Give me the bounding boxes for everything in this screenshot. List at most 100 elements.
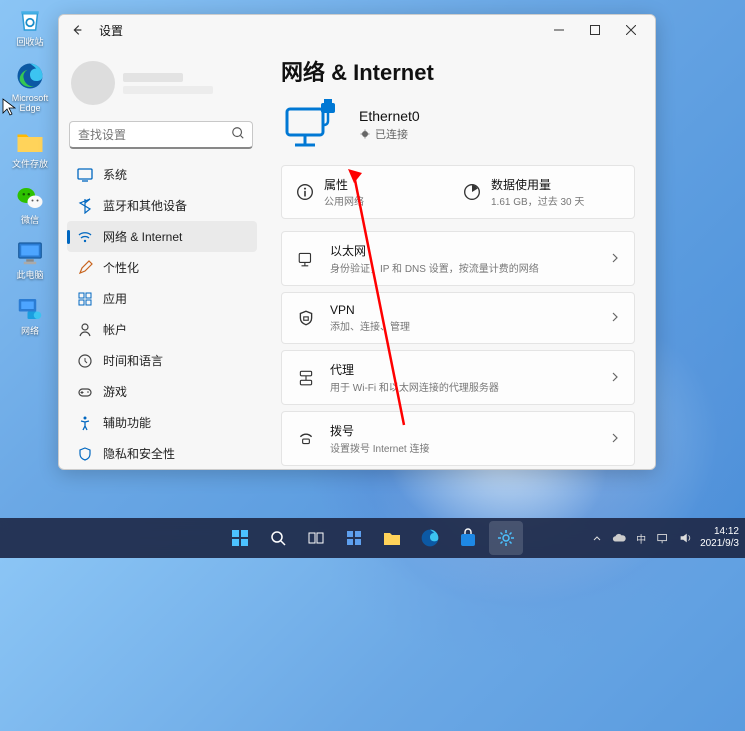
game-icon <box>77 384 93 400</box>
taskbar-explorer[interactable] <box>375 521 409 555</box>
proxy-icon <box>296 368 316 388</box>
properties-title: 属性 <box>324 176 364 193</box>
chevron-right-icon <box>610 369 620 387</box>
sidebar-item-gaming[interactable]: 游戏 <box>67 376 257 407</box>
sidebar-item-label: 帐户 <box>103 321 127 338</box>
sidebar-item-label: 应用 <box>103 290 127 307</box>
data-usage-sub: 1.61 GB，过去 30 天 <box>491 193 584 208</box>
edge-icon <box>14 60 46 92</box>
sidebar-item-time-language[interactable]: 时间和语言 <box>67 345 257 376</box>
chevron-right-icon <box>610 250 620 268</box>
shield-icon <box>77 446 93 462</box>
connection-name: Ethernet0 <box>359 108 420 124</box>
minimize-button[interactable] <box>541 16 577 44</box>
data-usage-icon <box>463 183 481 201</box>
card-sub: 用于 Wi-Fi 和以太网连接的代理服务器 <box>330 379 610 394</box>
card-title: 以太网 <box>330 242 610 259</box>
search-input[interactable] <box>69 121 253 149</box>
card-title: VPN <box>330 303 610 317</box>
chevron-right-icon <box>610 309 620 327</box>
recycle-bin-icon <box>14 4 46 36</box>
back-button[interactable] <box>65 18 89 42</box>
desktop-icon-label: 网络 <box>21 327 39 337</box>
ethernet-hero-icon <box>281 99 341 151</box>
info-row: 属性公用网络 数据使用量1.61 GB，过去 30 天 <box>281 165 635 219</box>
desktop-icon-recycle-bin[interactable]: 回收站 <box>6 4 54 48</box>
sidebar-item-label: 辅助功能 <box>103 414 151 431</box>
card-title: 代理 <box>330 361 610 378</box>
sidebar-item-label: 游戏 <box>103 383 127 400</box>
card-sub: 添加、连接、管理 <box>330 318 610 333</box>
sidebar-item-accessibility[interactable]: 辅助功能 <box>67 407 257 438</box>
network-icon <box>14 293 46 325</box>
sidebar-item-label: 蓝牙和其他设备 <box>103 197 187 214</box>
data-usage-title: 数据使用量 <box>491 176 584 193</box>
sidebar-item-personalization[interactable]: 个性化 <box>67 252 257 283</box>
desktop-icon-this-pc[interactable]: 此电脑 <box>6 237 54 281</box>
taskbar-clock[interactable]: 14:12 2021/9/3 <box>700 526 739 550</box>
desktop-icon-label: Microsoft Edge <box>6 94 54 114</box>
search-button[interactable] <box>261 521 295 555</box>
data-usage-button[interactable]: 数据使用量1.61 GB，过去 30 天 <box>463 176 620 208</box>
desktop-icon-label: 微信 <box>21 216 39 226</box>
this-pc-icon <box>14 237 46 269</box>
connection-status: 已连接 <box>359 126 420 142</box>
accessibility-icon <box>77 415 93 431</box>
desktop-icons: 回收站 Microsoft Edge 文件存放 微信 此电脑 网络 <box>6 4 54 337</box>
sidebar-item-label: 隐私和安全性 <box>103 445 175 462</box>
card-sub: 设置拨号 Internet 连接 <box>330 440 610 455</box>
sidebar-item-bluetooth[interactable]: 蓝牙和其他设备 <box>67 190 257 221</box>
sidebar-item-privacy[interactable]: 隐私和安全性 <box>67 438 257 463</box>
connected-icon <box>359 128 371 140</box>
brush-icon <box>77 260 93 276</box>
sidebar-item-label: 网络 & Internet <box>103 228 182 245</box>
taskbar: 中 14:12 2021/9/3 <box>0 518 745 558</box>
taskbar-settings[interactable] <box>489 521 523 555</box>
desktop-icon-network[interactable]: 网络 <box>6 293 54 337</box>
taskbar-date: 2021/9/3 <box>700 538 739 550</box>
wechat-icon <box>14 182 46 214</box>
sidebar: 系统 蓝牙和其他设备 网络 & Internet 个性化 应用 帐户 时间和语言… <box>59 45 263 469</box>
account-button[interactable] <box>67 51 257 115</box>
widgets-button[interactable] <box>337 521 371 555</box>
tray-chevron-icon[interactable] <box>590 531 604 545</box>
properties-sub: 公用网络 <box>324 193 364 208</box>
properties-button[interactable]: 属性公用网络 <box>296 176 453 208</box>
desktop-icon-wechat[interactable]: 微信 <box>6 182 54 226</box>
close-button[interactable] <box>613 16 649 44</box>
desktop-icon-folder[interactable]: 文件存放 <box>6 126 54 170</box>
window-title: 设置 <box>99 22 123 39</box>
desktop-icon-label: 回收站 <box>16 38 43 48</box>
wifi-icon <box>77 229 93 245</box>
card-ethernet[interactable]: 以太网身份验证，IP 和 DNS 设置，按流量计费的网络 <box>281 231 635 286</box>
sidebar-item-network[interactable]: 网络 & Internet <box>67 221 257 252</box>
sidebar-item-system[interactable]: 系统 <box>67 159 257 190</box>
avatar <box>71 61 115 105</box>
card-sub: 身份验证，IP 和 DNS 设置，按流量计费的网络 <box>330 260 610 275</box>
taskbar-time: 14:12 <box>700 526 739 538</box>
sidebar-item-label: 个性化 <box>103 259 139 276</box>
sidebar-item-label: 时间和语言 <box>103 352 163 369</box>
tray-network-icon[interactable] <box>656 531 670 545</box>
person-icon <box>77 322 93 338</box>
tray-onedrive-icon[interactable] <box>612 531 626 545</box>
tray-ime-icon[interactable]: 中 <box>634 531 648 545</box>
maximize-button[interactable] <box>577 16 613 44</box>
start-button[interactable] <box>223 521 257 555</box>
desktop-icon-edge[interactable]: Microsoft Edge <box>6 60 54 114</box>
task-view-button[interactable] <box>299 521 333 555</box>
sidebar-item-apps[interactable]: 应用 <box>67 283 257 314</box>
taskbar-store[interactable] <box>451 521 485 555</box>
card-dialup[interactable]: 拨号设置拨号 Internet 连接 <box>281 411 635 466</box>
taskbar-edge[interactable] <box>413 521 447 555</box>
tray-volume-icon[interactable] <box>678 531 692 545</box>
search-icon <box>231 126 245 145</box>
card-proxy[interactable]: 代理用于 Wi-Fi 和以太网连接的代理服务器 <box>281 350 635 405</box>
sidebar-item-accounts[interactable]: 帐户 <box>67 314 257 345</box>
lock-icon <box>296 308 316 328</box>
desktop-icon-label: 此电脑 <box>16 271 43 281</box>
chevron-right-icon <box>610 430 620 448</box>
main-content: 网络 & Internet Ethernet0 已连接 属性公用网络 <box>263 45 655 469</box>
clock-icon <box>77 353 93 369</box>
card-vpn[interactable]: VPN添加、连接、管理 <box>281 292 635 344</box>
